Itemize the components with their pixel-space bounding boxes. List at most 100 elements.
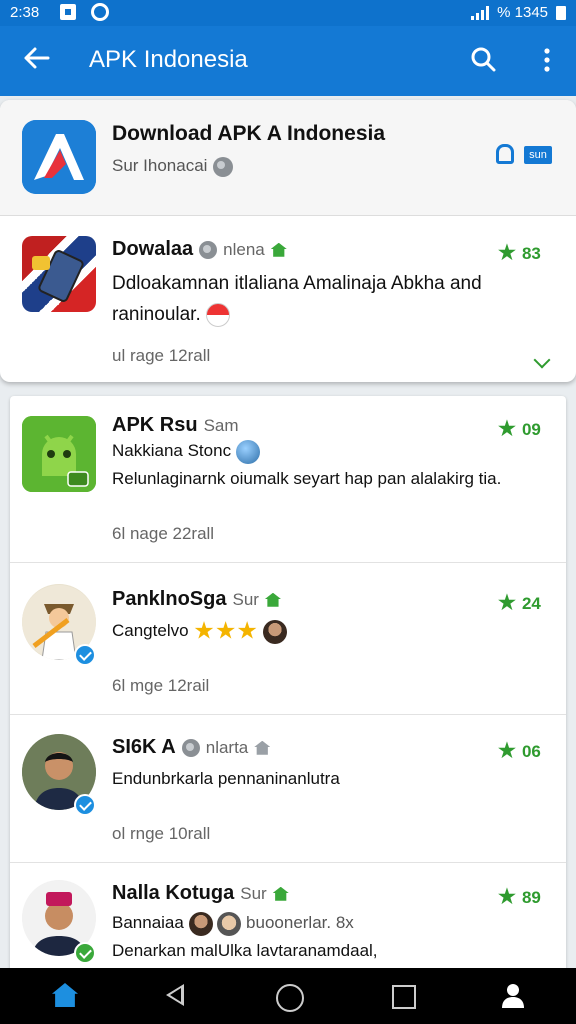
- header-subtitle: Sur Ihonacai: [112, 156, 234, 177]
- post-meta: nlarta: [205, 738, 249, 757]
- verified-badge-icon: [74, 794, 96, 816]
- star-emoji-icon: ★: [193, 617, 215, 645]
- post-author-name[interactable]: APK Rsu: [112, 414, 198, 436]
- face-emoji-icon: [262, 619, 287, 644]
- post-meta: Sam: [203, 416, 239, 435]
- divider: [10, 714, 566, 715]
- post-footer: ol rnge 10rall: [112, 824, 211, 843]
- home-icon: [264, 592, 281, 607]
- star-icon: ★: [498, 242, 516, 264]
- rating-value: 09: [521, 420, 541, 439]
- sync-icon: [91, 3, 109, 21]
- home-circle-icon[interactable]: [276, 984, 304, 1012]
- post-author[interactable]: Nalla Kotuga Sur: [112, 882, 289, 905]
- star-icon: ★: [498, 418, 516, 440]
- post-line: Bannaiaa buoonerlar. 8x: [112, 910, 552, 936]
- post-rating: ★ 89: [498, 884, 541, 909]
- back-nav-icon[interactable]: [166, 984, 184, 1006]
- post-line-text: Nakkiana Stonc: [112, 441, 232, 460]
- battery-icon: [556, 5, 566, 20]
- flag-icon: [206, 302, 231, 327]
- status-time: 2:38: [10, 4, 40, 21]
- post-meta: Sur: [232, 590, 259, 609]
- android-app-avatar: [22, 416, 96, 492]
- globe-icon: [181, 738, 200, 757]
- post-author[interactable]: APK Rsu Sam: [112, 414, 239, 437]
- android-icon: [22, 416, 96, 492]
- post-body: Denarkan malUlka lavtaranamdaal,: [112, 941, 378, 960]
- post-body-text: Cangtelvo: [112, 621, 189, 640]
- post-body: Endunbrkarla pennaninanlutra: [112, 769, 340, 788]
- more-vert-icon[interactable]: [538, 46, 556, 74]
- post-footer: ul rage 12rall: [112, 346, 211, 365]
- post-avatar: [22, 337, 96, 382]
- globe-icon: [213, 156, 234, 177]
- post-body: Ddloakamnan itlaliana Amalinaja Abkha an…: [112, 268, 552, 330]
- post-list: APK Rsu Sam ★ 09 Nakkiana Stonc Relunlagin…: [10, 396, 566, 996]
- signal-icon: [471, 5, 490, 20]
- post-author-name[interactable]: Dowalaa: [112, 238, 193, 260]
- notification-icon: [60, 4, 76, 20]
- status-bar: 2:38 % 1345: [0, 0, 576, 26]
- post-author-name[interactable]: SI6K A: [112, 736, 176, 758]
- post-author-name[interactable]: PanklnoSga: [112, 588, 226, 610]
- post-author-name[interactable]: Nalla Kotuga: [112, 882, 234, 904]
- post-rating: ★ 24: [498, 590, 541, 615]
- globe-icon: [199, 240, 218, 259]
- post-body-text: Ddloakamnan itlaliana Amalinaja Abkha an…: [112, 273, 482, 325]
- system-nav-bar: [0, 968, 576, 1024]
- header-subtitle-text: Sur Ihonacai: [112, 156, 208, 175]
- arrow-left-icon[interactable]: [22, 44, 50, 72]
- star-emoji-icon: ★: [214, 617, 237, 645]
- face-emoji-icon: [217, 911, 242, 936]
- post-rating: ★ 83: [498, 240, 541, 265]
- home-icon: [272, 886, 289, 901]
- status-right-text: % 1345: [497, 4, 548, 21]
- post-footer: 6l mge 12rail: [112, 676, 210, 695]
- logo-a-icon: [22, 120, 96, 194]
- post-line-text: Bannaiaa: [112, 913, 184, 932]
- post-author[interactable]: SI6K A nlarta: [112, 736, 271, 759]
- status-right: % 1345: [471, 4, 566, 21]
- home-nav-icon[interactable]: [52, 983, 78, 1007]
- header-title: Download APK A Indonesia: [112, 122, 386, 145]
- post-rating: ★ 06: [498, 738, 541, 763]
- post-meta: Sur: [240, 884, 267, 903]
- verified-badge-icon: [74, 644, 96, 666]
- bookmark-icon[interactable]: [496, 144, 514, 164]
- face-emoji-icon: [188, 911, 213, 936]
- star-emoji-icon: ★: [236, 617, 258, 645]
- profile-icon[interactable]: [500, 982, 526, 1008]
- post-line-extra: buoonerlar. 8x: [246, 913, 354, 932]
- star-icon: ★: [498, 592, 516, 614]
- flag-thumbnail: [22, 236, 96, 312]
- home-icon: [254, 740, 271, 755]
- app-logo: [22, 120, 96, 194]
- phone-illustration-icon: [32, 250, 84, 302]
- globe-emoji-icon: [235, 439, 260, 464]
- home-icon: [270, 242, 287, 257]
- header-badge[interactable]: sun: [524, 146, 552, 164]
- star-icon: ★: [498, 740, 516, 762]
- search-icon[interactable]: [470, 46, 496, 72]
- star-icon: ★: [498, 886, 516, 908]
- post-body: Relunlaginarnk oiumalk seyart hap pan al…: [112, 469, 502, 488]
- divider: [10, 862, 566, 863]
- rating-value: 89: [521, 888, 541, 907]
- rating-value: 06: [521, 742, 541, 761]
- post-footer: 6l nage 22rall: [112, 524, 215, 543]
- rating-value: 24: [521, 594, 541, 613]
- recents-icon[interactable]: [392, 985, 416, 1009]
- header-row[interactable]: Download APK A Indonesia Sur Ihonacai su…: [0, 100, 576, 216]
- verified-badge-icon: [74, 942, 96, 964]
- post-author[interactable]: PanklnoSga Sur: [112, 588, 281, 611]
- rating-value: 83: [521, 244, 541, 263]
- post-line: Nakkiana Stonc: [112, 438, 552, 464]
- featured-card[interactable]: Download APK A Indonesia Sur Ihonacai su…: [0, 100, 576, 382]
- page-title: APK Indonesia: [89, 46, 248, 73]
- post-body: Cangtelvo ★★★: [112, 618, 552, 645]
- app-bar: APK Indonesia: [0, 26, 576, 96]
- post-meta: nlena: [223, 240, 265, 259]
- divider: [10, 562, 566, 563]
- post-author[interactable]: Dowalaa nlena: [112, 238, 287, 261]
